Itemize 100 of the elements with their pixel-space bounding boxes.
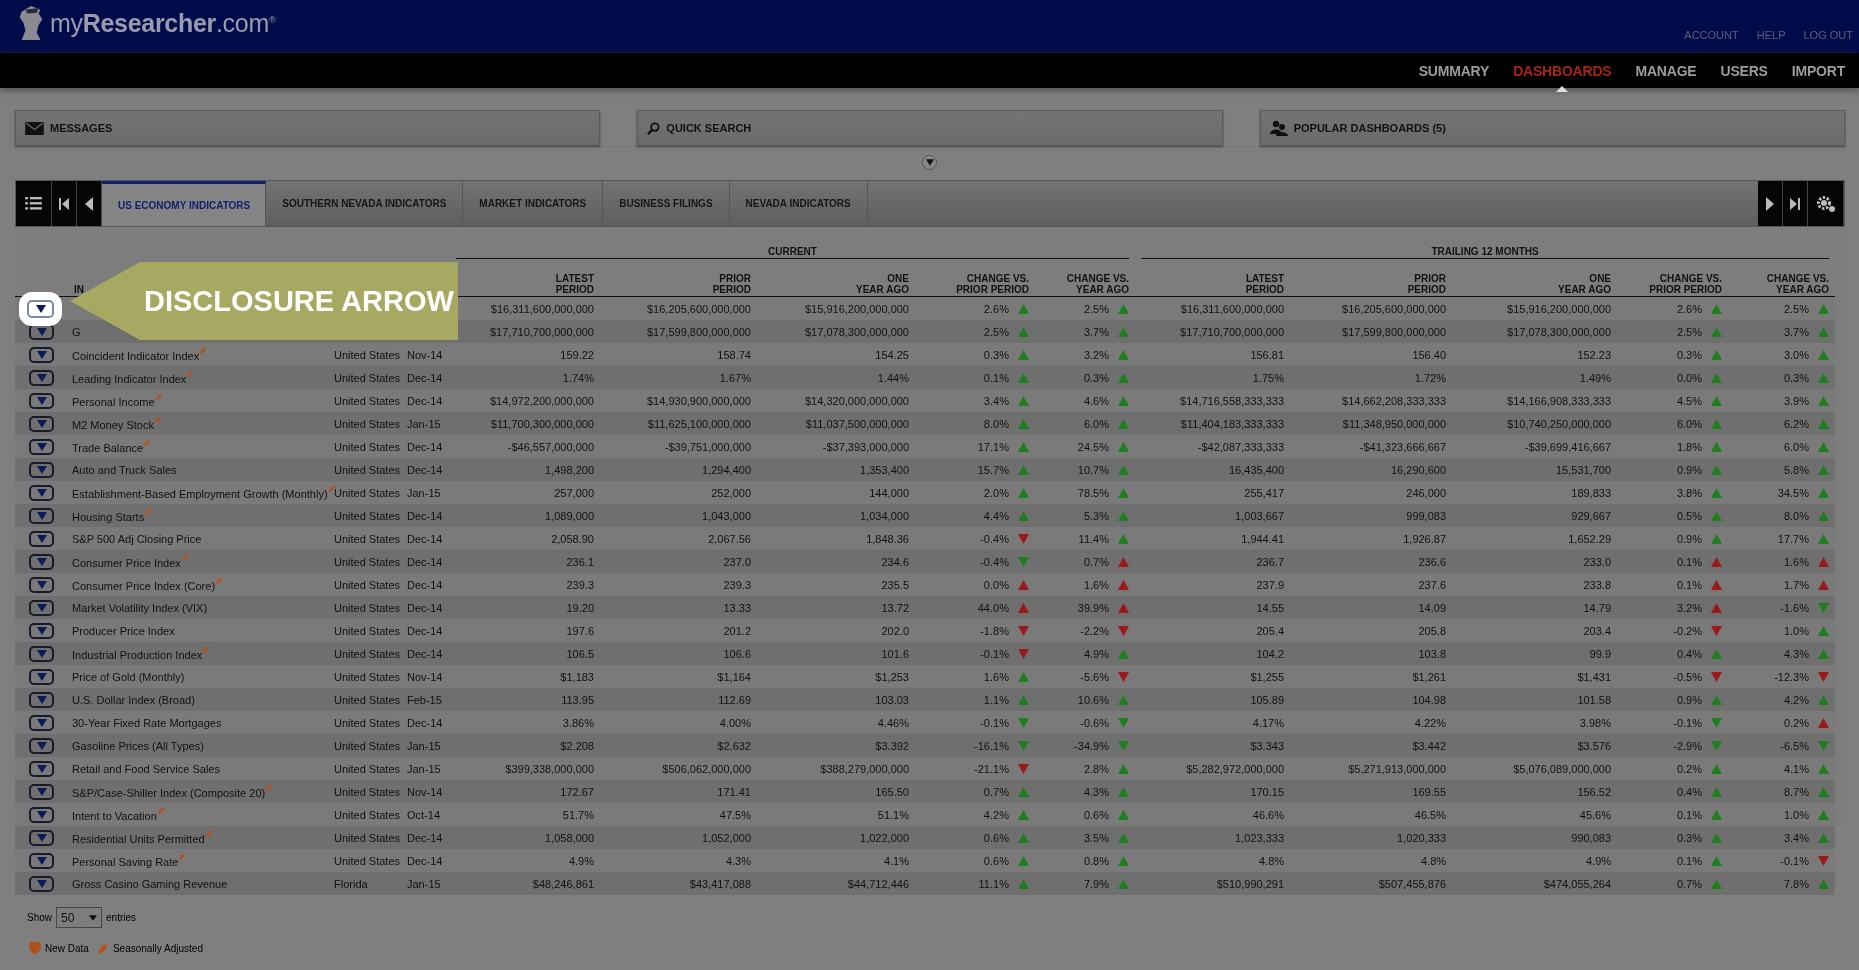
table-cell: 239.3 [723, 578, 751, 591]
caret-icon [36, 856, 47, 865]
table-cell: United States [334, 486, 401, 499]
table-cell: $11,625,100,000,000 [647, 417, 751, 430]
table-cell: $399,338,000,000 [505, 762, 594, 775]
caret-icon [36, 327, 47, 336]
column-group-header: CURRENT [456, 246, 1130, 259]
change-value: -1.8% [980, 624, 1009, 637]
change-value: 2.0% [983, 486, 1009, 499]
table-cell: 13.33 [723, 601, 751, 614]
column-header: PRIOR PERIOD [1407, 273, 1447, 295]
tab[interactable]: MARKET INDICATORS [463, 181, 604, 226]
nav-item[interactable]: SUMMARY [1418, 62, 1490, 79]
change-value: 3.7% [1083, 325, 1109, 338]
caret-icon [36, 580, 47, 589]
legend-label: Seasonally Adjusted [112, 943, 203, 954]
change-value: 0.4% [1676, 647, 1702, 660]
leaf-icon [202, 646, 211, 654]
indicator-name: M2 Money Stock [72, 419, 154, 431]
table-cell: United States [334, 417, 401, 430]
change-value: 17.7% [1777, 532, 1809, 545]
table-cell: -$39,699,416,667 [1524, 440, 1612, 453]
indicator-name: Establishment-Based Employment Growth (Monthly) [72, 488, 328, 500]
indicator-name: Leading Indicator Index [72, 373, 187, 385]
nav-item[interactable]: USERS [1720, 62, 1768, 79]
indicator-name: Gross Casino Gaming Revenue [72, 877, 228, 890]
table-cell: 1,848.36 [866, 532, 909, 545]
nav-item[interactable]: IMPORT [1791, 62, 1845, 79]
table-cell: 14.55 [1256, 601, 1285, 614]
table-cell: $507,455,876 [1378, 877, 1447, 890]
table-cell: 1.44% [877, 371, 909, 384]
caret-icon [36, 419, 47, 428]
change-value: 0.7% [1083, 555, 1109, 568]
table-cell: 233.8 [1583, 578, 1612, 591]
table-cell: 202.0 [881, 624, 909, 637]
change-value: 4.1% [1783, 762, 1809, 775]
table-cell: 99.9 [1589, 647, 1612, 660]
change-value: 0.1% [1676, 555, 1702, 568]
header-link[interactable]: HELP [1756, 29, 1786, 41]
change-value: 0.6% [983, 831, 1009, 844]
table-cell: 3.98% [1579, 716, 1612, 729]
last-button[interactable] [1783, 181, 1808, 226]
table-cell: 4.46% [877, 716, 909, 729]
change-value: 3.4% [1783, 831, 1809, 844]
change-value: -12.3% [1774, 670, 1809, 683]
change-value: 1.1% [983, 693, 1009, 706]
table-cell: $11,404,183,333,333 [1180, 417, 1285, 430]
change-value: -5.6% [1080, 670, 1109, 683]
change-value: -0.1% [1673, 716, 1702, 729]
change-value: 0.1% [983, 371, 1009, 384]
nav-item[interactable]: MANAGE [1635, 62, 1697, 79]
tab[interactable]: SOUTHERN NEVADA INDICATORS [266, 181, 464, 226]
nav-item[interactable]: DASHBOARDS [1513, 62, 1612, 79]
table-cell: 929,667 [1571, 509, 1612, 522]
panel-header[interactable]: MESSAGES [15, 110, 601, 146]
table-cell: 113.95 [561, 693, 594, 706]
table-cell: United States [334, 601, 401, 614]
caret-icon [925, 159, 934, 166]
change-value: 8.0% [1783, 509, 1809, 522]
table-cell: United States [334, 578, 401, 591]
panel-header[interactable]: POPULAR DASHBOARDS (5) [1259, 110, 1845, 146]
table-cell: $44,712,446 [847, 877, 909, 890]
first-button[interactable] [52, 181, 77, 226]
column-header: LATEST PERIOD [1245, 273, 1285, 295]
table-cell: United States [334, 693, 401, 706]
collapse-toggle[interactable] [922, 155, 937, 170]
change-value: 4.5% [1676, 394, 1702, 407]
change-value: 7.9% [1083, 877, 1109, 890]
change-value: -0.1% [1780, 854, 1809, 867]
table-cell: $3.576 [1577, 739, 1612, 752]
header-link[interactable]: ACCOUNT [1684, 29, 1739, 41]
leaf-icon [156, 807, 165, 815]
change-value: 1.0% [1783, 624, 1809, 637]
settings-button[interactable] [1808, 181, 1844, 226]
disclosure-button[interactable] [29, 323, 54, 340]
table-cell: United States [334, 509, 401, 522]
table-cell: 1,089,000 [545, 509, 594, 522]
table-cell: 189,833 [1571, 486, 1612, 499]
legend-label: New Data [45, 943, 89, 954]
table-cell: 104.2 [1256, 647, 1285, 660]
table-cell: 197.6 [566, 624, 594, 637]
tab[interactable]: BUSINESS FILINGS [603, 181, 730, 226]
tab[interactable]: US ECONOMY INDICATORS [102, 181, 267, 226]
table-cell: United States [334, 394, 401, 407]
change-value: 4.9% [1083, 647, 1109, 660]
entries-dropdown[interactable]: 50 [56, 907, 102, 928]
next-button[interactable] [1758, 181, 1783, 226]
indicator-name: Industrial Production Index [72, 649, 203, 661]
entries-label: Show [27, 912, 52, 923]
indicator-name: Retail and Food Service Sales [72, 762, 220, 775]
table-cell: 246,000 [1406, 486, 1447, 499]
change-value: 0.7% [983, 785, 1009, 798]
panel-header[interactable]: QUICK SEARCH [637, 110, 1223, 146]
header-link[interactable]: LOG OUT [1803, 29, 1853, 41]
change-value: 1.6% [1783, 555, 1809, 568]
table-cell: 170.15 [1250, 785, 1285, 798]
previous-button[interactable] [77, 181, 102, 226]
list-button[interactable] [16, 181, 52, 226]
table-cell: 171.41 [717, 785, 751, 798]
tab[interactable]: NEVADA INDICATORS [729, 181, 868, 226]
